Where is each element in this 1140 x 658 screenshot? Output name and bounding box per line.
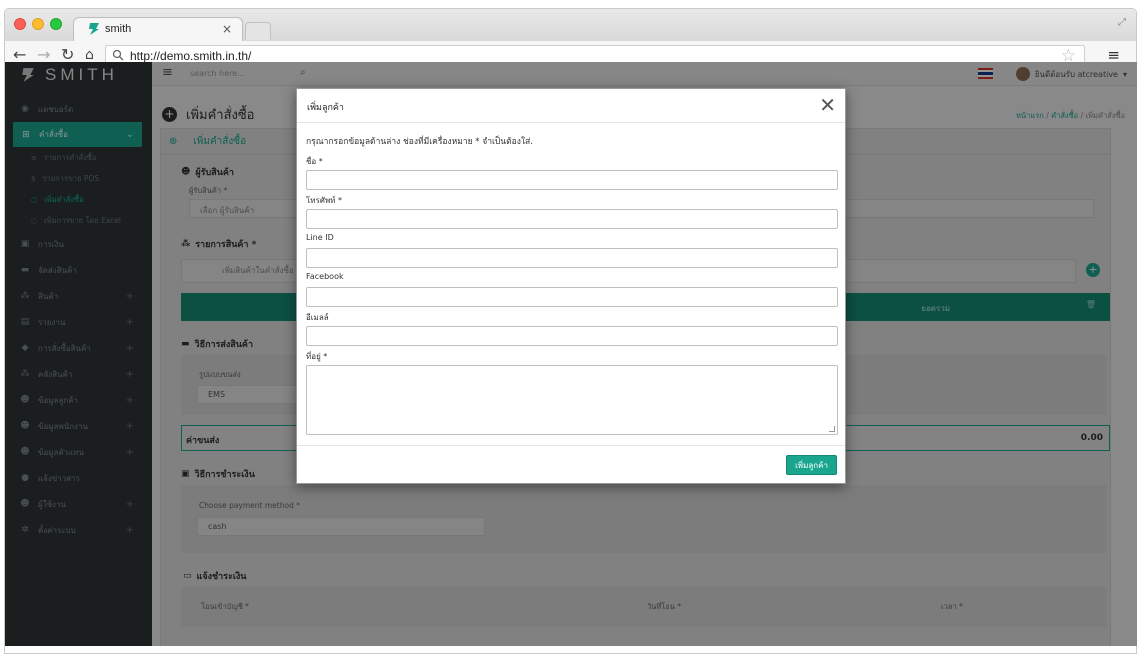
url-text: http://demo.smith.in.th/ <box>130 49 252 63</box>
modal-header: เพิ่มลูกค้า ✕ <box>297 89 845 123</box>
facebook-label: Facebook <box>306 272 344 281</box>
search-icon <box>112 49 124 61</box>
name-label: ชื่อ * <box>306 157 323 166</box>
phone-field[interactable] <box>306 209 838 229</box>
add-customer-modal: เพิ่มลูกค้า ✕ กรุณากรอกข้อมูลด้านล่าง ช่… <box>296 88 846 484</box>
tab-close-icon[interactable]: × <box>222 22 232 36</box>
email-field[interactable] <box>306 326 838 346</box>
tab-title: smith <box>105 23 132 35</box>
maximize-window-button[interactable] <box>50 18 62 30</box>
facebook-field[interactable] <box>306 287 838 307</box>
modal-title: เพิ่มลูกค้า <box>307 103 344 113</box>
browser-tab[interactable]: smith × <box>73 17 243 41</box>
modal-instructions: กรุณากรอกข้อมูลด้านล่าง ช่องที่มีเครื่อง… <box>306 137 533 147</box>
name-field[interactable] <box>306 170 838 190</box>
close-icon[interactable]: ✕ <box>819 94 836 116</box>
close-window-button[interactable] <box>14 18 26 30</box>
address-textarea[interactable] <box>306 365 838 435</box>
tab-bar: smith × ⤢ <box>5 9 1136 41</box>
line-id-label: Line ID <box>306 233 334 242</box>
phone-label: โทรศัพท์ * <box>306 196 343 205</box>
email-label: อีเมลล์ <box>306 313 329 322</box>
modal-footer: เพิ่มลูกค้า <box>297 445 845 485</box>
address-label: ที่อยู่ * <box>306 352 328 361</box>
minimize-window-button[interactable] <box>32 18 44 30</box>
fullscreen-icon[interactable]: ⤢ <box>1118 17 1126 28</box>
resize-handle-icon[interactable] <box>829 426 835 432</box>
new-tab-button[interactable] <box>245 22 271 40</box>
add-customer-button[interactable]: เพิ่มลูกค้า <box>786 455 837 475</box>
smith-favicon-icon <box>89 23 99 35</box>
line-id-field[interactable] <box>306 248 838 268</box>
